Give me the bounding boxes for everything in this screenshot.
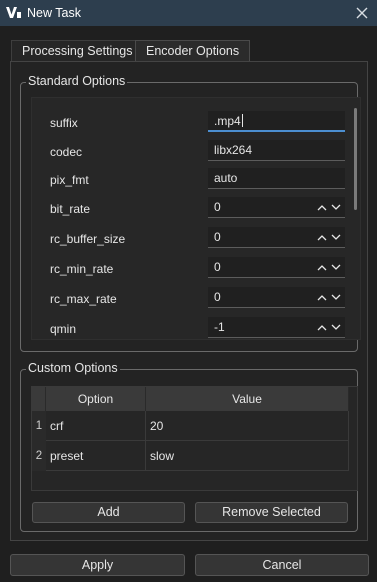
- option-label-bit-rate: bit_rate: [50, 202, 91, 216]
- table-corner: [32, 387, 46, 411]
- close-icon: [356, 7, 368, 19]
- standard-options-title: Standard Options: [26, 74, 128, 88]
- remove-selected-button[interactable]: Remove Selected: [195, 502, 348, 523]
- app-logo-icon: [6, 7, 21, 18]
- standard-options-scroll-area[interactable]: suffix .mp4 codec libx264 pix_fmt auto b…: [31, 97, 361, 340]
- option-label-codec: codec: [50, 145, 83, 159]
- add-button[interactable]: Add: [32, 502, 185, 523]
- vertical-scrollbar[interactable]: [354, 108, 357, 210]
- custom-options-title: Custom Options: [26, 361, 120, 375]
- column-header-option[interactable]: Option: [46, 387, 146, 411]
- chevron-down-icon[interactable]: [331, 294, 341, 301]
- tab-processing-settings[interactable]: Processing Settings: [11, 40, 144, 62]
- apply-button[interactable]: Apply: [10, 554, 185, 576]
- close-button[interactable]: [353, 4, 371, 22]
- chevron-up-icon[interactable]: [317, 324, 327, 331]
- text-caret: [241, 114, 243, 127]
- row-header-1[interactable]: 1: [32, 411, 46, 441]
- option-label-rc-max-rate: rc_max_rate: [50, 292, 117, 306]
- chevron-up-icon[interactable]: [317, 294, 327, 301]
- chevron-up-icon[interactable]: [317, 234, 327, 241]
- column-header-value[interactable]: Value: [146, 387, 349, 411]
- custom-options-group: Custom Options Option Value 1 crf 20 2 p…: [20, 361, 358, 532]
- rc-buffer-size-spinbox[interactable]: 0: [208, 227, 345, 248]
- cancel-button[interactable]: Cancel: [195, 554, 369, 576]
- suffix-input[interactable]: .mp4: [208, 111, 345, 132]
- table-cell-value[interactable]: slow: [146, 441, 349, 471]
- option-label-rc-min-rate: rc_min_rate: [50, 262, 114, 276]
- tab-encoder-options[interactable]: Encoder Options: [135, 40, 251, 62]
- table-cell-value[interactable]: 20: [146, 411, 349, 441]
- option-label-pix-fmt: pix_fmt: [50, 173, 89, 187]
- encoder-options-pane: Standard Options suffix .mp4 codec libx2…: [10, 61, 368, 541]
- rc-min-rate-spinbox[interactable]: 0: [208, 257, 345, 278]
- chevron-down-icon[interactable]: [331, 264, 341, 271]
- pix-fmt-input[interactable]: auto: [208, 168, 345, 189]
- chevron-up-icon[interactable]: [317, 204, 327, 211]
- table-cell-option[interactable]: crf: [46, 411, 146, 441]
- option-label-qmin: qmin: [50, 322, 77, 336]
- row-header-2[interactable]: 2: [32, 441, 46, 471]
- chevron-down-icon[interactable]: [331, 204, 341, 211]
- custom-options-table[interactable]: Option Value 1 crf 20 2 preset slow: [31, 386, 358, 491]
- window-title: New Task: [27, 6, 81, 20]
- title-bar: New Task: [0, 0, 377, 26]
- chevron-up-icon[interactable]: [317, 264, 327, 271]
- rc-max-rate-spinbox[interactable]: 0: [208, 287, 345, 308]
- chevron-down-icon[interactable]: [331, 234, 341, 241]
- table-cell-option[interactable]: preset: [46, 441, 146, 471]
- bit-rate-spinbox[interactable]: 0: [208, 197, 345, 218]
- codec-input[interactable]: libx264: [208, 140, 345, 161]
- option-label-suffix: suffix: [50, 116, 78, 130]
- qmin-spinbox[interactable]: -1: [208, 317, 345, 338]
- standard-options-group: Standard Options suffix .mp4 codec libx2…: [20, 74, 361, 352]
- chevron-down-icon[interactable]: [331, 324, 341, 331]
- option-label-rc-buffer-size: rc_buffer_size: [50, 232, 126, 246]
